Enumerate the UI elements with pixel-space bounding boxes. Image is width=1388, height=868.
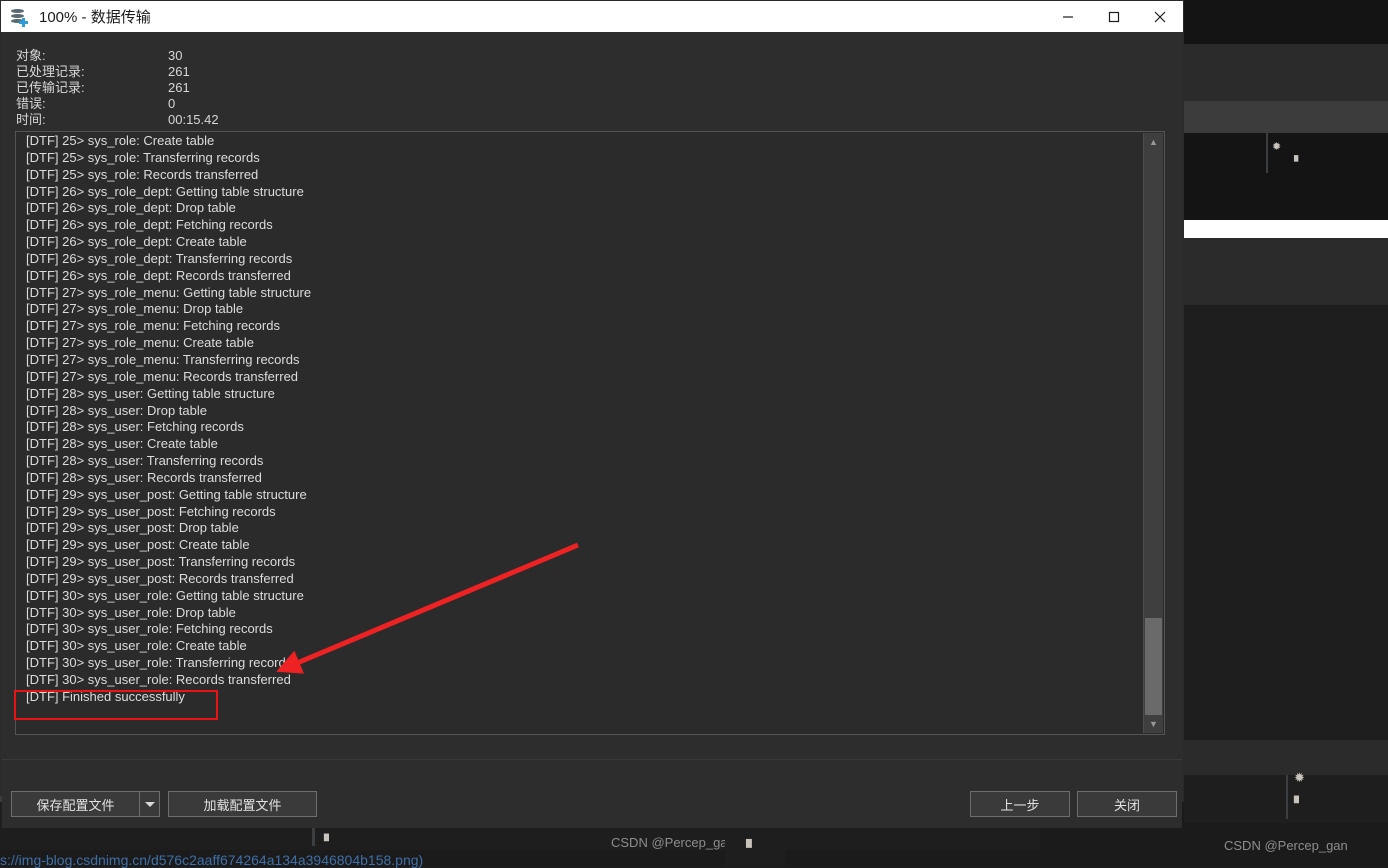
dialog-title: 100% - 数据传输 — [39, 9, 151, 26]
bg-vertical-divider-2 — [1286, 775, 1288, 819]
log-line: [DTF] 27> sys_role_menu: Getting table s… — [26, 284, 312, 300]
log-line: [DTF] 27> sys_role_menu: Drop table — [26, 301, 244, 317]
stat-row: 已处理记录: 261 — [16, 64, 356, 80]
log-line: [DTF] 28> sys_user: Drop table — [26, 402, 207, 418]
chevron-down-icon — [144, 801, 155, 807]
maximize-button[interactable] — [1091, 1, 1137, 32]
log-line: [DTF] 26> sys_role_dept: Records transfe… — [26, 267, 291, 283]
save-config-button[interactable]: 保存配置文件 — [11, 791, 139, 817]
log-line: [DTF] 28> sys_user: Fetching records — [26, 419, 244, 435]
stat-label: 错误: — [16, 96, 46, 111]
bg-panel-right — [1184, 306, 1388, 740]
stat-value: 0 — [168, 96, 176, 111]
align-icon: ▖ — [1294, 149, 1303, 162]
target-icon: ✹ — [1272, 140, 1282, 153]
log-line: [DTF] 29> sys_user_post: Transferring re… — [26, 554, 296, 570]
save-config-dropdown-button[interactable] — [139, 791, 160, 817]
stat-label: 对象: — [16, 48, 46, 63]
data-transfer-dialog: 100% - 数据传输 对象: 30 已处理记录: 261 已传输记录: 261 错误: 0 时… — [0, 0, 1184, 828]
log-line: [DTF] 26> sys_role_dept: Fetching record… — [26, 217, 273, 233]
log-line: [DTF] 28> sys_user: Create table — [26, 436, 218, 452]
log-line: [DTF] 28> sys_user: Getting table struct… — [26, 385, 275, 401]
log-line: [DTF] 30> sys_user_role: Drop table — [26, 604, 236, 620]
load-config-button[interactable]: 加载配置文件 — [168, 791, 317, 817]
stat-row: 错误: 0 — [16, 96, 356, 112]
align-icon: ▖ — [324, 827, 334, 842]
background-watermark-center: CSDN @Percep_gan — [611, 835, 735, 850]
scrollbar-thumb[interactable] — [1145, 618, 1162, 728]
window-controls — [1045, 1, 1183, 32]
log-line: [DTF] 25> sys_role: Transferring records — [26, 149, 260, 165]
annotation-highlight-box — [14, 690, 218, 720]
log-line: [DTF] 29> sys_user_post: Records transfe… — [26, 570, 294, 586]
log-line: [DTF] 29> sys_user_post: Create table — [26, 537, 250, 553]
log-line: [DTF] 30> sys_user_role: Records transfe… — [26, 672, 291, 687]
stat-value: 00:15.42 — [168, 112, 219, 127]
stat-row: 时间: 00:15.42 — [16, 112, 356, 128]
log-vertical-scrollbar[interactable]: ▲ ▼ — [1143, 133, 1163, 733]
log-line: [DTF] 30> sys_user_role: Transferring re… — [26, 655, 293, 671]
log-line: [DTF] 26> sys_role_dept: Transferring re… — [26, 250, 293, 266]
chevron-up-icon[interactable]: ▲ — [1144, 133, 1163, 151]
stat-value: 261 — [168, 80, 190, 95]
log-line: [DTF] 29> sys_user_post: Drop table — [26, 520, 239, 536]
bg-toolbar-strip — [1184, 101, 1388, 133]
log-line: [DTF] 27> sys_role_menu: Create table — [26, 335, 254, 351]
stat-value: 30 — [168, 48, 183, 63]
dialog-body: 对象: 30 已处理记录: 261 已传输记录: 261 错误: 0 时间: 00:15.42 [… — [2, 32, 1182, 828]
log-line: [DTF] 27> sys_role_menu: Transferring re… — [26, 351, 300, 367]
log-line: [DTF] 30> sys_user_role: Getting table s… — [26, 587, 304, 603]
log-line: [DTF] 26> sys_role_dept: Create table — [26, 234, 247, 250]
log-line: [DTF] 28> sys_user: Transferring records — [26, 453, 264, 469]
log-output-box[interactable]: [DTF] 25> sys_role: Create table [DTF] 25… — [15, 131, 1165, 735]
background-watermark-right: CSDN @Percep_gan — [1224, 838, 1348, 853]
stat-label: 已处理记录: — [16, 64, 85, 79]
target-icon: ✹ — [1294, 771, 1305, 786]
stat-row: 对象: 30 — [16, 48, 356, 64]
log-line: [DTF] 29> sys_user_post: Getting table s… — [26, 486, 307, 502]
transfer-statistics: 对象: 30 已处理记录: 261 已传输记录: 261 错误: 0 时间: 00:15.42 — [16, 48, 356, 128]
stat-label: 时间: — [16, 112, 46, 127]
close-button[interactable] — [1137, 1, 1183, 32]
bg-band-3 — [1184, 740, 1388, 775]
bg-band-1 — [1184, 44, 1388, 101]
align-icon: ▖ — [1294, 789, 1304, 804]
log-lines-container: [DTF] 25> sys_role: Create table [DTF] 25… — [17, 133, 1143, 733]
bg-editor-area — [1184, 133, 1388, 220]
log-line: [DTF] 30> sys_user_role: Create table — [26, 638, 247, 654]
dialog-button-bar: 保存配置文件 加载配置文件 上一步 关闭 — [2, 759, 1182, 828]
stat-label: 已传输记录: — [16, 80, 85, 95]
dialog-titlebar[interactable]: 100% - 数据传输 — [1, 1, 1183, 32]
log-line: [DTF] 26> sys_role_dept: Drop table — [26, 200, 236, 216]
align-icon: ▖ — [746, 830, 758, 848]
chevron-down-icon[interactable]: ▼ — [1144, 715, 1163, 733]
bg-band-2 — [1184, 238, 1388, 305]
stat-row: 已传输记录: 261 — [16, 80, 356, 96]
log-line: [DTF] 26> sys_role_dept: Getting table s… — [26, 183, 304, 199]
bg-top-dark-panel — [1184, 0, 1388, 44]
log-line: [DTF] 25> sys_role: Create table — [26, 133, 215, 148]
log-line: [DTF] 27> sys_role_menu: Fetching record… — [26, 318, 280, 334]
close-dialog-button[interactable]: 关闭 — [1077, 791, 1177, 817]
log-line: [DTF] 25> sys_role: Records transferred — [26, 166, 259, 182]
log-line: [DTF] 30> sys_user_role: Fetching record… — [26, 621, 273, 637]
log-line: [DTF] 29> sys_user_post: Fetching record… — [26, 503, 276, 519]
database-transfer-icon — [9, 7, 29, 27]
minimize-button[interactable] — [1045, 1, 1091, 32]
bg-vertical-divider — [1266, 133, 1268, 173]
bg-white-row — [1184, 220, 1388, 238]
log-line: [DTF] 28> sys_user: Records transferred — [26, 469, 262, 485]
previous-step-button[interactable]: 上一步 — [970, 791, 1070, 817]
stat-value: 261 — [168, 64, 190, 79]
log-line: [DTF] 27> sys_role_menu: Records transfe… — [26, 368, 299, 384]
